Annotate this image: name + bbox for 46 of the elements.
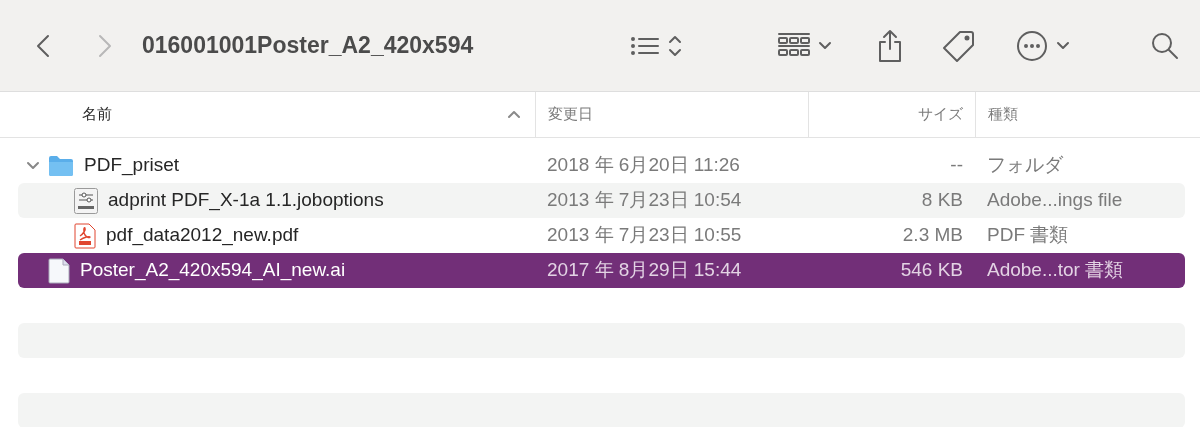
options-file-icon (74, 187, 98, 214)
sort-chevron-icon (507, 110, 521, 119)
date-modified: 2013 年 7月23日 10:55 (547, 223, 742, 248)
pdf-file-icon (74, 222, 96, 249)
tag-icon (942, 28, 976, 63)
search-button[interactable] (1150, 30, 1180, 61)
back-button-icon (36, 33, 50, 58)
file-size: 2.3 MB (902, 223, 963, 248)
list-view-button[interactable] (630, 33, 682, 58)
forward-button-icon (98, 33, 112, 58)
document-icon (48, 257, 70, 284)
file-size: -- (950, 153, 963, 178)
file-row[interactable]: PDF_priset 2018 年 6月20日 11:26 -- フォルダ (18, 148, 1185, 183)
chevron-down-icon (818, 40, 832, 51)
date-modified: 2017 年 8月29日 15:44 (547, 258, 742, 283)
more-icon (1016, 29, 1048, 62)
search-icon (1150, 30, 1180, 61)
more-button[interactable] (1016, 29, 1070, 62)
file-size: 546 KB (900, 258, 963, 283)
file-row[interactable]: adprint PDF_X-1a 1.1.joboptions 2013 年 7月23日 10:54 8 KB Adobe...ings file (18, 183, 1185, 218)
column-header[interactable]: 変更日 (548, 103, 593, 126)
file-kind: Adobe...tor 書類 (987, 258, 1124, 283)
file-name: pdf_data2012_new.pdf (106, 223, 299, 248)
disclosure-chevron-icon (26, 160, 40, 171)
date-modified: 2018 年 6月20日 11:26 (547, 153, 740, 178)
file-name: PDF_priset (84, 153, 180, 178)
file-kind: Adobe...ings file (987, 188, 1123, 213)
file-name: Poster_A2_420x594_AI_new.ai (80, 258, 346, 283)
file-row[interactable]: pdf_data2012_new.pdf 2013 年 7月23日 10:55 2.3 MB PDF 書類 (18, 218, 1185, 253)
column-header[interactable]: 種類 (988, 103, 1018, 126)
back-button[interactable] (36, 33, 50, 58)
file-kind: フォルダ (987, 153, 1063, 178)
tag-button[interactable] (942, 28, 976, 63)
folder-icon (48, 154, 74, 177)
share-icon (876, 28, 904, 63)
chevron-down-icon (1056, 40, 1070, 51)
window-title: 016001001Poster_A2_420x594 (142, 31, 474, 61)
share-button[interactable] (876, 28, 904, 63)
updown-chevron-icon (668, 33, 682, 58)
file-kind: PDF 書類 (987, 223, 1069, 248)
file-row[interactable]: Poster_A2_420x594_AI_new.ai 2017 年 8月29日 15:44 546 KB Adobe...tor 書類 (18, 253, 1185, 288)
file-name: adprint PDF_X-1a 1.1.joboptions (108, 188, 384, 213)
column-header[interactable]: サイズ (918, 103, 963, 126)
column-header[interactable]: 名前 (82, 103, 112, 126)
date-modified: 2013 年 7月23日 10:54 (547, 188, 742, 213)
file-size: 8 KB (921, 188, 963, 213)
